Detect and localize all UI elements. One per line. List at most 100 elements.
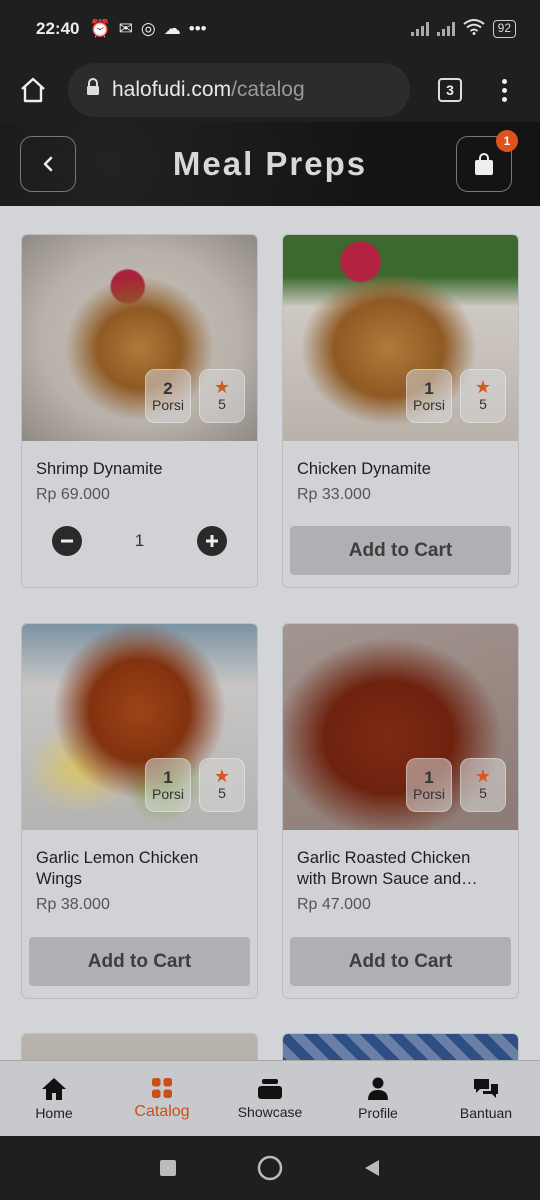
- signal-icon-2: [436, 22, 455, 36]
- increase-quantity-button[interactable]: [197, 526, 227, 556]
- product-card[interactable]: 1 Porsi ★ 5 Garlic Lemon Chicken Wings R…: [21, 623, 258, 999]
- portion-label: Porsi: [152, 397, 184, 413]
- product-price: Rp 33.000: [297, 486, 371, 503]
- product-image[interactable]: 2 Porsi ★ 5: [22, 235, 257, 441]
- home-icon: [42, 1077, 66, 1100]
- back-triangle-icon[interactable]: [363, 1159, 381, 1177]
- portion-count: 1: [163, 768, 173, 787]
- recents-icon[interactable]: [159, 1159, 177, 1177]
- rating-value: 5: [218, 396, 226, 412]
- decrease-quantity-button[interactable]: [52, 526, 82, 556]
- add-to-cart-button[interactable]: Add to Cart: [290, 526, 511, 575]
- status-time: 22:40: [36, 19, 80, 38]
- nav-catalog[interactable]: Catalog: [108, 1061, 216, 1136]
- house-icon: [21, 77, 45, 103]
- portion-count: 2: [163, 379, 173, 398]
- page-title: Meal Preps: [172, 145, 368, 182]
- star-icon: ★: [474, 766, 492, 786]
- signal-icon: [410, 22, 429, 36]
- browser-toolbar: halofudi.com/catalog 3: [0, 58, 540, 122]
- nav-home[interactable]: Home: [0, 1061, 108, 1136]
- showcase-icon: [258, 1078, 282, 1099]
- nav-showcase[interactable]: Showcase: [216, 1061, 324, 1136]
- product-image[interactable]: [283, 1034, 518, 1060]
- status-bar: 22:40 ⏰ ✉ ◎ ☁ ••• 92: [0, 0, 540, 58]
- product-price: Rp 47.000: [297, 896, 371, 913]
- product-name[interactable]: Shrimp Dynamite: [36, 459, 243, 480]
- cart-count-badge: 1: [496, 130, 518, 152]
- alarm-icon: ⏰: [89, 19, 111, 38]
- browser-home-button[interactable]: [18, 75, 48, 105]
- nav-label: Profile: [358, 1104, 398, 1121]
- tab-switcher-button[interactable]: 3: [438, 78, 462, 102]
- star-icon: ★: [474, 377, 492, 397]
- add-to-cart-button[interactable]: Add to Cart: [290, 937, 511, 986]
- portion-label: Porsi: [413, 786, 445, 802]
- home-circle-icon[interactable]: [257, 1155, 283, 1181]
- portion-chip: 1 Porsi: [406, 758, 452, 812]
- rating-value: 5: [479, 396, 487, 412]
- app-header: Meal Preps 1: [0, 122, 540, 206]
- product-card-partial[interactable]: [282, 1033, 519, 1060]
- system-icons: 92: [410, 18, 516, 40]
- quantity-stepper: 1: [22, 526, 257, 556]
- rating-chip: ★ 5: [199, 758, 245, 812]
- product-card[interactable]: 2 Porsi ★ 5 Shrimp Dynamite Rp 69.000 1: [21, 234, 258, 588]
- rating-chip: ★ 5: [460, 369, 506, 423]
- nav-bantuan[interactable]: Bantuan: [432, 1061, 540, 1136]
- wifi-icon: [463, 18, 485, 40]
- portion-chip: 2 Porsi: [145, 369, 191, 423]
- plus-icon: [206, 535, 218, 547]
- nav-profile[interactable]: Profile: [324, 1061, 432, 1136]
- product-card[interactable]: 1 Porsi ★ 5 Chicken Dynamite Rp 33.000 A…: [282, 234, 519, 588]
- portion-chip: 1 Porsi: [406, 369, 452, 423]
- rating-chip: ★ 5: [199, 369, 245, 423]
- chevron-left-icon: [43, 156, 53, 172]
- product-image[interactable]: 1 Porsi ★ 5: [283, 235, 518, 441]
- nav-label: Showcase: [237, 1103, 303, 1120]
- minus-icon: [61, 539, 73, 543]
- portion-chip: 1 Porsi: [145, 758, 191, 812]
- add-to-cart-button[interactable]: Add to Cart: [29, 937, 250, 986]
- nav-label: Bantuan: [459, 1104, 513, 1121]
- rating-value: 5: [218, 785, 226, 801]
- cloud-icon: ☁: [163, 19, 181, 38]
- quantity-value: 1: [134, 531, 145, 550]
- star-icon: ★: [213, 766, 231, 786]
- more-notifications-icon: •••: [188, 19, 207, 38]
- nav-label: Home: [35, 1104, 73, 1121]
- rating-chip: ★ 5: [460, 758, 506, 812]
- message-icon: ✉: [118, 19, 133, 38]
- product-name[interactable]: Chicken Dynamite: [297, 459, 504, 480]
- star-icon: ★: [213, 377, 231, 397]
- browser-menu-button[interactable]: [502, 78, 507, 102]
- product-image[interactable]: 1 Porsi ★ 5: [22, 624, 257, 830]
- notification-icons: ⏰ ✉ ◎ ☁ •••: [89, 19, 206, 39]
- product-name[interactable]: Garlic Roasted Chicken with Brown Sauce …: [297, 848, 504, 890]
- cart-button[interactable]: 1: [456, 130, 518, 192]
- android-navigation-bar: [0, 1136, 540, 1200]
- grid-icon: [152, 1077, 172, 1098]
- instagram-icon: ◎: [140, 19, 156, 38]
- battery-icon: 92: [492, 20, 516, 38]
- rating-value: 5: [479, 785, 487, 801]
- product-image[interactable]: 1 Porsi ★ 5: [283, 624, 518, 830]
- product-card-partial[interactable]: [21, 1033, 258, 1060]
- person-icon: [368, 1077, 388, 1100]
- back-button[interactable]: [20, 136, 76, 192]
- chat-icon: [474, 1078, 498, 1098]
- product-card[interactable]: 1 Porsi ★ 5 Garlic Roasted Chicken with …: [282, 623, 519, 999]
- portion-label: Porsi: [152, 786, 184, 802]
- product-price: Rp 38.000: [36, 896, 110, 913]
- bottom-navigation: Home Catalog Showcase Profile Bantuan: [0, 1060, 540, 1136]
- url-bar[interactable]: halofudi.com/catalog: [68, 63, 410, 117]
- product-image[interactable]: [22, 1034, 257, 1060]
- product-name[interactable]: Garlic Lemon Chicken Wings: [36, 848, 243, 890]
- lock-icon: [86, 78, 100, 102]
- portion-count: 1: [424, 379, 434, 398]
- product-price: Rp 69.000: [36, 486, 110, 503]
- url-domain: halofudi.com: [112, 78, 232, 101]
- shopping-bag-icon: [475, 153, 493, 175]
- product-grid: 2 Porsi ★ 5 Shrimp Dynamite Rp 69.000 1: [0, 206, 540, 1060]
- url-path: /catalog: [231, 78, 305, 101]
